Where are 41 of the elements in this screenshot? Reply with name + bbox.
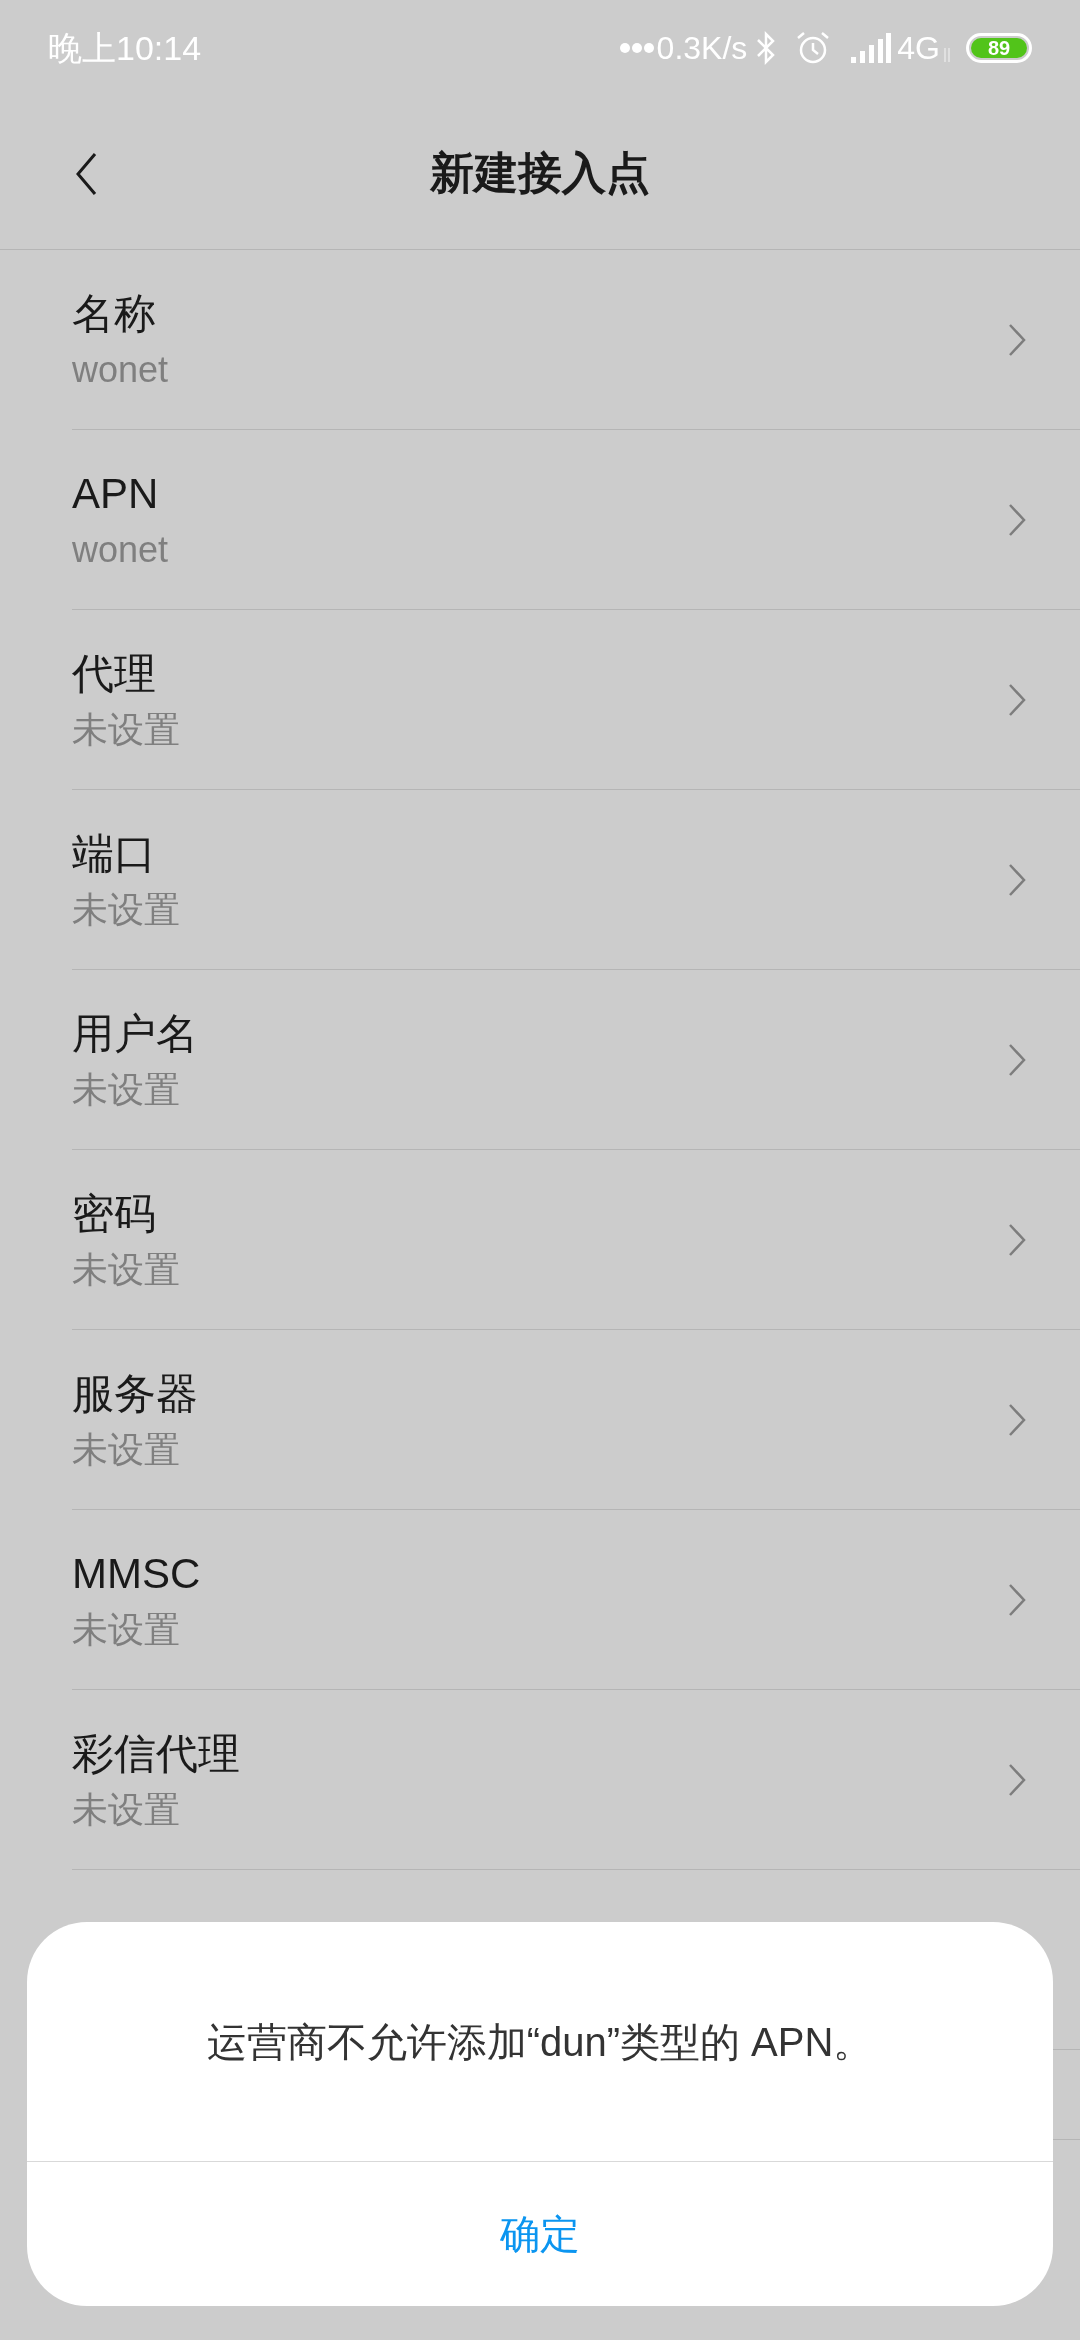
chevron-right-icon — [1008, 1042, 1026, 1077]
dialog-message: 运营商不允许添加“dun”类型的 APN。 — [206, 2018, 874, 2066]
battery-level: 89 — [987, 38, 1011, 58]
chevron-right-icon — [1008, 1402, 1026, 1437]
signal-icon — [851, 33, 892, 63]
setting-label: 密码 — [72, 1188, 157, 1239]
setting-value: wonet — [72, 527, 170, 572]
setting-value: 未设置 — [72, 1247, 181, 1292]
setting-value: 未设置 — [72, 1607, 181, 1652]
setting-row[interactable]: 名称 wonet — [72, 250, 1080, 430]
chevron-right-icon — [1008, 682, 1026, 717]
setting-row[interactable]: 服务器 未设置 — [72, 1330, 1080, 1510]
setting-row[interactable]: 用户名 未设置 — [72, 970, 1080, 1150]
chevron-right-icon — [1008, 502, 1026, 537]
setting-label: 用户名 — [72, 1008, 199, 1059]
chevron-right-icon — [1008, 862, 1026, 897]
setting-row[interactable]: APN wonet — [72, 430, 1080, 610]
setting-label: 端口 — [72, 828, 157, 879]
setting-row[interactable]: 端口 未设置 — [72, 790, 1080, 970]
setting-row[interactable]: 彩信代理 未设置 — [72, 1690, 1080, 1870]
setting-row[interactable]: 代理 未设置 — [72, 610, 1080, 790]
setting-row[interactable]: 密码 未设置 — [72, 1150, 1080, 1330]
chevron-right-icon — [1008, 1222, 1026, 1257]
chevron-right-icon — [1008, 1582, 1026, 1617]
setting-value: wonet — [72, 347, 170, 392]
setting-label: 代理 — [72, 648, 157, 699]
setting-label: 服务器 — [72, 1368, 199, 1419]
setting-label: 彩信代理 — [72, 1728, 241, 1779]
setting-label: MMSC — [72, 1548, 202, 1599]
setting-label: 名称 — [72, 288, 157, 339]
setting-value: 未设置 — [72, 707, 181, 752]
setting-value: 未设置 — [72, 1067, 181, 1112]
setting-value: 未设置 — [72, 1787, 181, 1832]
dots-icon — [618, 42, 655, 54]
page-title: 新建接入点 — [430, 146, 650, 199]
setting-value: 未设置 — [72, 1427, 181, 1472]
setting-label: APN — [72, 468, 160, 519]
chevron-right-icon — [1008, 1762, 1026, 1797]
setting-value: 未设置 — [72, 887, 181, 932]
setting-row[interactable]: MMSC 未设置 — [72, 1510, 1080, 1690]
chevron-right-icon — [1008, 322, 1026, 357]
